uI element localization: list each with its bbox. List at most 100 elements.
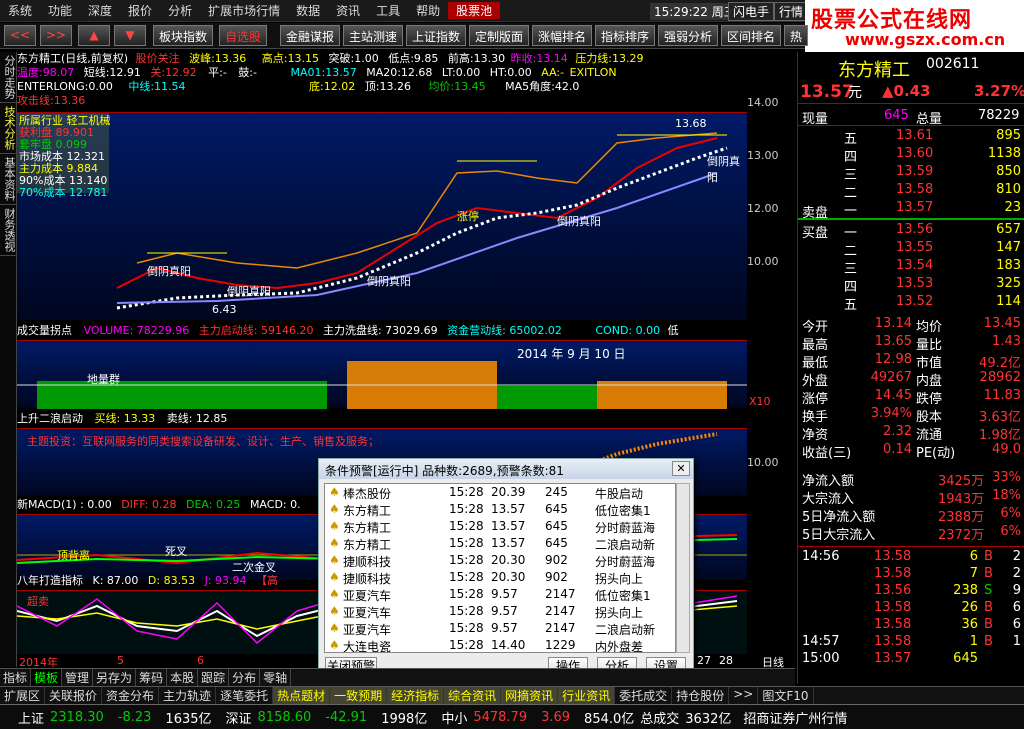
kdj-header: 八年打造指标 K: 87.00 D: 83.53 J: 93.94 【高	[17, 574, 278, 588]
cat-deals[interactable]: 委托成交	[615, 687, 673, 704]
cat-hot-topics[interactable]: 热点题材	[273, 687, 331, 704]
up-arrow-button[interactable]: ▲	[78, 25, 110, 46]
sh-index-button[interactable]: 上证指数	[406, 25, 467, 46]
tab-track[interactable]: 跟踪	[198, 669, 230, 686]
cat-web-news[interactable]: 网摘资讯	[501, 687, 559, 704]
tab-technical[interactable]: 技术分析	[0, 103, 18, 154]
alert-row[interactable]: ♠ 棒杰股份 15:28 20.39 245 牛股启动	[325, 484, 675, 501]
cat-related[interactable]: 关联报价	[45, 687, 103, 704]
hot-button[interactable]: 热	[784, 25, 809, 46]
alert-row[interactable]: ♠ 亚夏汽车 15:28 9.57 2147 低位密集1	[325, 586, 675, 603]
tab-distribution[interactable]: 分布	[229, 669, 261, 686]
alert-row[interactable]: ♠ 东方精工 15:28 13.57 645 二浪启动新	[325, 535, 675, 552]
menu-quote[interactable]: 报价	[120, 2, 160, 19]
range-rank-button[interactable]: 区间排名	[721, 25, 782, 46]
ask-row[interactable]: 三 13.59 850	[798, 164, 1024, 183]
tab-zero-axis[interactable]: 零轴	[260, 669, 292, 686]
tab-fundamentals[interactable]: 基本资料	[0, 154, 18, 205]
bid-row[interactable]: 二 13.55 147	[798, 240, 1024, 259]
y-tick-10: 10.00	[747, 255, 779, 268]
alert-row[interactable]: ♠ 亚夏汽车 15:28 9.57 2147 拐头向上	[325, 603, 675, 620]
flow-row: 大宗流入 1943万 18%	[798, 488, 1024, 507]
cat-f10[interactable]: 图文F10	[758, 687, 814, 704]
menu-depth[interactable]: 深度	[80, 2, 120, 19]
ask-price: 13.59	[896, 164, 934, 179]
tab-template[interactable]: 模板	[31, 669, 63, 686]
tick-count: 2	[1012, 566, 1021, 581]
alert-row[interactable]: ♠ 大连电瓷 15:28 14.40 1229 内外盘差	[325, 637, 675, 652]
flash-trade-button[interactable]: 闪电手	[728, 2, 775, 21]
dialog-title-text: 条件预警[运行中] 品种数:2689,预警条数:81	[325, 464, 564, 478]
menu-data[interactable]: 数据	[288, 2, 328, 19]
sell-line: 卖线: 12.85	[166, 412, 228, 425]
cat-industry[interactable]: 行业资讯	[558, 687, 616, 704]
cat-news[interactable]: 综合资讯	[444, 687, 502, 704]
hdr-ping: 平:-	[208, 66, 227, 79]
stat-value: 13.14	[874, 316, 912, 331]
tab-save-as[interactable]: 另存为	[93, 669, 137, 686]
finance-button[interactable]: 金融谋报	[280, 25, 341, 46]
alert-row[interactable]: ♠ 东方精工 15:28 13.57 645 分时蔚蓝海	[325, 518, 675, 535]
ask-row[interactable]: 五 13.61 895	[798, 128, 1024, 147]
bid-row[interactable]: 一 13.56 657	[798, 222, 1024, 241]
bid-row[interactable]: 四 13.53 325	[798, 276, 1024, 295]
sector-index-button[interactable]: 板块指数	[153, 25, 214, 46]
custom-layout-button[interactable]: 定制版面	[469, 25, 530, 46]
cat-consensus[interactable]: 一致预期	[330, 687, 388, 704]
ask-row[interactable]: 一 13.57 23	[798, 200, 1024, 219]
bid-volume: 147	[996, 240, 1021, 255]
tab-financial[interactable]: 财务透视	[0, 205, 18, 256]
indicator-sort-button[interactable]: 指标排序	[595, 25, 656, 46]
down-arrow-button[interactable]: ▼	[114, 25, 146, 46]
menu-extended-market[interactable]: 扩展市场行情	[200, 2, 288, 19]
tab-this-stock[interactable]: 本股	[167, 669, 199, 686]
menu-help[interactable]: 帮助	[408, 2, 448, 19]
alert-row[interactable]: ♠ 捷顺科技 15:28 20.30 902 分时蔚蓝海	[325, 552, 675, 569]
cat-holdings[interactable]: 持仓股份	[672, 687, 730, 704]
cat-more[interactable]: >>	[729, 687, 759, 704]
bid-level: 一	[844, 226, 858, 241]
menu-news[interactable]: 资讯	[328, 2, 368, 19]
bid-row[interactable]: 五 13.52 114	[798, 294, 1024, 313]
tab-manage[interactable]: 管理	[62, 669, 94, 686]
gain-rank-button[interactable]: 涨幅排名	[532, 25, 593, 46]
cat-main-track[interactable]: 主力轨迹	[159, 687, 217, 704]
tab-chips[interactable]: 筹码	[136, 669, 168, 686]
alert-condition: 二浪启动新	[595, 623, 656, 637]
alert-icon: ♠	[329, 553, 340, 567]
watchlist-button[interactable]: 自选股	[219, 25, 268, 46]
cat-order[interactable]: 逐笔委托	[216, 687, 274, 704]
tab-intraday[interactable]: 分时走势	[0, 52, 18, 103]
fund-flows: 净流入额 3425万 33% 大宗流入 1943万 18% 5日净流入额 2388万 6% 5日大…	[798, 470, 1024, 545]
stat-value: 3.94%	[870, 406, 912, 421]
menu-stock-pool[interactable]: 股票池	[448, 2, 501, 19]
cat-fund-dist[interactable]: 资金分布	[102, 687, 160, 704]
menu-tools[interactable]: 工具	[368, 2, 408, 19]
flow-pct: 33%	[992, 470, 1021, 485]
alert-row[interactable]: ♠ 亚夏汽车 15:28 9.57 2147 二浪启动新	[325, 620, 675, 637]
vol-fund-line: 资金营动线: 65002.02	[447, 324, 562, 337]
stat-label: 今开	[802, 320, 829, 335]
scrollbar[interactable]	[676, 483, 690, 653]
forward-arrow-button[interactable]: >>	[40, 25, 72, 46]
alert-row[interactable]: ♠ 东方精工 15:28 13.57 645 低位密集1	[325, 501, 675, 518]
cat-extended[interactable]: 扩展区	[0, 687, 46, 704]
menu-function[interactable]: 功能	[40, 2, 80, 19]
cat-economic[interactable]: 经济指标	[387, 687, 445, 704]
back-arrow-button[interactable]: <<	[4, 25, 36, 46]
tick-row: 13.58 7 B 2	[798, 566, 1024, 584]
date-label: 2014 年 9 月 10 日	[517, 347, 626, 361]
tab-indicator[interactable]: 指标	[0, 669, 32, 686]
close-icon[interactable]: ✕	[672, 461, 690, 476]
alert-row[interactable]: ♠ 捷顺科技 15:28 20.30 902 拐头向上	[325, 569, 675, 586]
ask-row[interactable]: 四 13.60 1138	[798, 146, 1024, 165]
menu-analysis[interactable]: 分析	[160, 2, 200, 19]
tick-time: 14:56	[802, 549, 840, 564]
stat-value: 11.83	[983, 388, 1021, 403]
bid-row[interactable]: 三 13.54 183	[798, 258, 1024, 277]
menu-system[interactable]: 系统	[0, 2, 40, 19]
market-button[interactable]: 行情	[774, 2, 809, 21]
strength-button[interactable]: 强弱分析	[658, 25, 719, 46]
ask-row[interactable]: 二 13.58 810	[798, 182, 1024, 201]
speed-test-button[interactable]: 主站测速	[343, 25, 404, 46]
